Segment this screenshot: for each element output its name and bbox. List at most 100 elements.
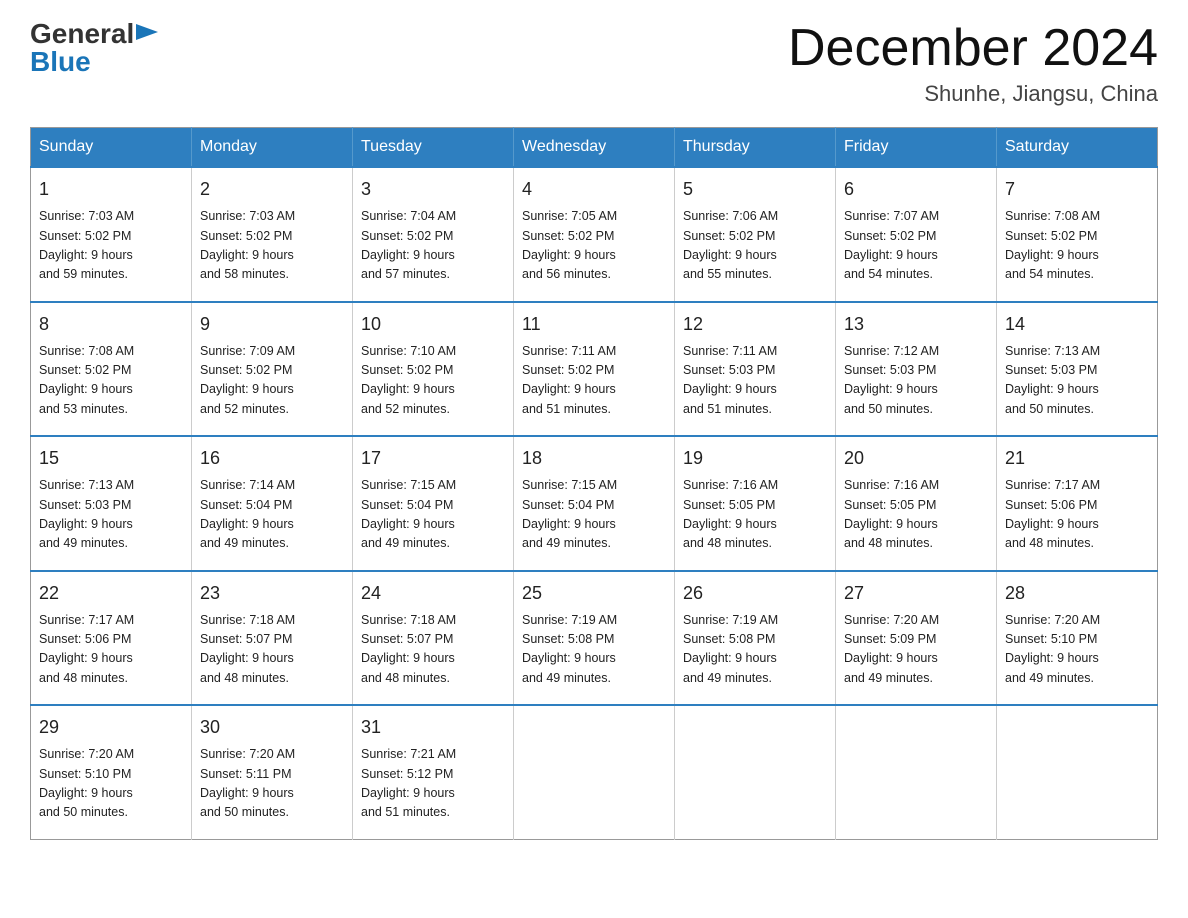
- day-number: 27: [844, 580, 988, 607]
- page-header: General Blue December 2024 Shunhe, Jiang…: [30, 20, 1158, 107]
- week-row-3: 15Sunrise: 7:13 AMSunset: 5:03 PMDayligh…: [31, 436, 1158, 571]
- week-row-1: 1 Sunrise: 7:03 AMSunset: 5:02 PMDaylight…: [31, 167, 1158, 302]
- day-info: Sunrise: 7:20 AMSunset: 5:10 PMDaylight:…: [39, 745, 183, 823]
- day-cell: [836, 705, 997, 839]
- day-number: 14: [1005, 311, 1149, 338]
- day-cell: 13Sunrise: 7:12 AMSunset: 5:03 PMDayligh…: [836, 302, 997, 437]
- title-section: December 2024 Shunhe, Jiangsu, China: [788, 20, 1158, 107]
- header-sunday: Sunday: [31, 128, 192, 168]
- header-wednesday: Wednesday: [514, 128, 675, 168]
- day-info: Sunrise: 7:04 AMSunset: 5:02 PMDaylight:…: [361, 207, 505, 285]
- day-info: Sunrise: 7:08 AMSunset: 5:02 PMDaylight:…: [39, 342, 183, 420]
- day-info: Sunrise: 7:17 AMSunset: 5:06 PMDaylight:…: [39, 611, 183, 689]
- day-info: Sunrise: 7:16 AMSunset: 5:05 PMDaylight:…: [683, 476, 827, 554]
- day-cell: 19 Sunrise: 7:16 AMSunset: 5:05 PMDayligh…: [675, 436, 836, 571]
- day-info: Sunrise: 7:11 AMSunset: 5:02 PMDaylight:…: [522, 342, 666, 420]
- day-number: 11: [522, 311, 666, 338]
- day-cell: [514, 705, 675, 839]
- day-info: Sunrise: 7:19 AMSunset: 5:08 PMDaylight:…: [683, 611, 827, 689]
- day-cell: 11 Sunrise: 7:11 AMSunset: 5:02 PMDayligh…: [514, 302, 675, 437]
- day-info: Sunrise: 7:15 AMSunset: 5:04 PMDaylight:…: [522, 476, 666, 554]
- day-info: Sunrise: 7:11 AMSunset: 5:03 PMDaylight:…: [683, 342, 827, 420]
- day-number: 12: [683, 311, 827, 338]
- day-info: Sunrise: 7:19 AMSunset: 5:08 PMDaylight:…: [522, 611, 666, 689]
- day-cell: 9Sunrise: 7:09 AMSunset: 5:02 PMDaylight…: [192, 302, 353, 437]
- day-number: 1: [39, 176, 183, 203]
- day-number: 29: [39, 714, 183, 741]
- day-cell: [675, 705, 836, 839]
- day-cell: 8 Sunrise: 7:08 AMSunset: 5:02 PMDaylight…: [31, 302, 192, 437]
- day-number: 21: [1005, 445, 1149, 472]
- month-title: December 2024: [788, 20, 1158, 77]
- day-info: Sunrise: 7:20 AMSunset: 5:10 PMDaylight:…: [1005, 611, 1149, 689]
- day-cell: 30 Sunrise: 7:20 AMSunset: 5:11 PMDayligh…: [192, 705, 353, 839]
- logo: General Blue: [30, 20, 158, 76]
- day-info: Sunrise: 7:15 AMSunset: 5:04 PMDaylight:…: [361, 476, 505, 554]
- logo-arrow-icon: [136, 24, 158, 46]
- day-number: 13: [844, 311, 988, 338]
- day-cell: 4 Sunrise: 7:05 AMSunset: 5:02 PMDaylight…: [514, 167, 675, 302]
- day-cell: 29 Sunrise: 7:20 AMSunset: 5:10 PMDayligh…: [31, 705, 192, 839]
- calendar-table: Sunday Monday Tuesday Wednesday Thursday…: [30, 127, 1158, 840]
- day-cell: 14 Sunrise: 7:13 AMSunset: 5:03 PMDayligh…: [997, 302, 1158, 437]
- day-info: Sunrise: 7:03 AMSunset: 5:02 PMDaylight:…: [39, 207, 183, 285]
- day-cell: 6 Sunrise: 7:07 AMSunset: 5:02 PMDaylight…: [836, 167, 997, 302]
- day-cell: 20 Sunrise: 7:16 AMSunset: 5:05 PMDayligh…: [836, 436, 997, 571]
- day-info: Sunrise: 7:18 AMSunset: 5:07 PMDaylight:…: [200, 611, 344, 689]
- day-info: Sunrise: 7:21 AMSunset: 5:12 PMDaylight:…: [361, 745, 505, 823]
- day-number: 24: [361, 580, 505, 607]
- logo-general-text: General: [30, 20, 134, 48]
- day-cell: 26Sunrise: 7:19 AMSunset: 5:08 PMDayligh…: [675, 571, 836, 706]
- day-number: 18: [522, 445, 666, 472]
- day-number: 17: [361, 445, 505, 472]
- day-cell: 3Sunrise: 7:04 AMSunset: 5:02 PMDaylight…: [353, 167, 514, 302]
- header-tuesday: Tuesday: [353, 128, 514, 168]
- day-number: 9: [200, 311, 344, 338]
- header-monday: Monday: [192, 128, 353, 168]
- day-number: 19: [683, 445, 827, 472]
- day-cell: 18 Sunrise: 7:15 AMSunset: 5:04 PMDayligh…: [514, 436, 675, 571]
- day-cell: 15Sunrise: 7:13 AMSunset: 5:03 PMDayligh…: [31, 436, 192, 571]
- day-number: 5: [683, 176, 827, 203]
- day-info: Sunrise: 7:20 AMSunset: 5:09 PMDaylight:…: [844, 611, 988, 689]
- day-cell: 17 Sunrise: 7:15 AMSunset: 5:04 PMDayligh…: [353, 436, 514, 571]
- week-row-5: 29 Sunrise: 7:20 AMSunset: 5:10 PMDayligh…: [31, 705, 1158, 839]
- day-cell: 22Sunrise: 7:17 AMSunset: 5:06 PMDayligh…: [31, 571, 192, 706]
- day-number: 25: [522, 580, 666, 607]
- day-number: 8: [39, 311, 183, 338]
- day-cell: 16Sunrise: 7:14 AMSunset: 5:04 PMDayligh…: [192, 436, 353, 571]
- header-saturday: Saturday: [997, 128, 1158, 168]
- day-cell: 12 Sunrise: 7:11 AMSunset: 5:03 PMDayligh…: [675, 302, 836, 437]
- day-info: Sunrise: 7:03 AMSunset: 5:02 PMDaylight:…: [200, 207, 344, 285]
- day-info: Sunrise: 7:05 AMSunset: 5:02 PMDaylight:…: [522, 207, 666, 285]
- day-number: 4: [522, 176, 666, 203]
- day-number: 20: [844, 445, 988, 472]
- day-number: 28: [1005, 580, 1149, 607]
- day-cell: 23Sunrise: 7:18 AMSunset: 5:07 PMDayligh…: [192, 571, 353, 706]
- day-cell: 21 Sunrise: 7:17 AMSunset: 5:06 PMDayligh…: [997, 436, 1158, 571]
- day-info: Sunrise: 7:17 AMSunset: 5:06 PMDaylight:…: [1005, 476, 1149, 554]
- day-number: 30: [200, 714, 344, 741]
- day-cell: 24 Sunrise: 7:18 AMSunset: 5:07 PMDayligh…: [353, 571, 514, 706]
- day-info: Sunrise: 7:20 AMSunset: 5:11 PMDaylight:…: [200, 745, 344, 823]
- day-number: 6: [844, 176, 988, 203]
- day-info: Sunrise: 7:13 AMSunset: 5:03 PMDaylight:…: [39, 476, 183, 554]
- header-thursday: Thursday: [675, 128, 836, 168]
- day-info: Sunrise: 7:16 AMSunset: 5:05 PMDaylight:…: [844, 476, 988, 554]
- day-cell: [997, 705, 1158, 839]
- logo-blue-text: Blue: [30, 46, 91, 77]
- day-info: Sunrise: 7:18 AMSunset: 5:07 PMDaylight:…: [361, 611, 505, 689]
- day-info: Sunrise: 7:13 AMSunset: 5:03 PMDaylight:…: [1005, 342, 1149, 420]
- day-cell: 31 Sunrise: 7:21 AMSunset: 5:12 PMDayligh…: [353, 705, 514, 839]
- day-number: 7: [1005, 176, 1149, 203]
- day-number: 31: [361, 714, 505, 741]
- day-info: Sunrise: 7:07 AMSunset: 5:02 PMDaylight:…: [844, 207, 988, 285]
- day-info: Sunrise: 7:08 AMSunset: 5:02 PMDaylight:…: [1005, 207, 1149, 285]
- day-info: Sunrise: 7:10 AMSunset: 5:02 PMDaylight:…: [361, 342, 505, 420]
- week-row-4: 22Sunrise: 7:17 AMSunset: 5:06 PMDayligh…: [31, 571, 1158, 706]
- day-cell: 1 Sunrise: 7:03 AMSunset: 5:02 PMDaylight…: [31, 167, 192, 302]
- day-cell: 25 Sunrise: 7:19 AMSunset: 5:08 PMDayligh…: [514, 571, 675, 706]
- day-number: 16: [200, 445, 344, 472]
- day-cell: 5Sunrise: 7:06 AMSunset: 5:02 PMDaylight…: [675, 167, 836, 302]
- header-friday: Friday: [836, 128, 997, 168]
